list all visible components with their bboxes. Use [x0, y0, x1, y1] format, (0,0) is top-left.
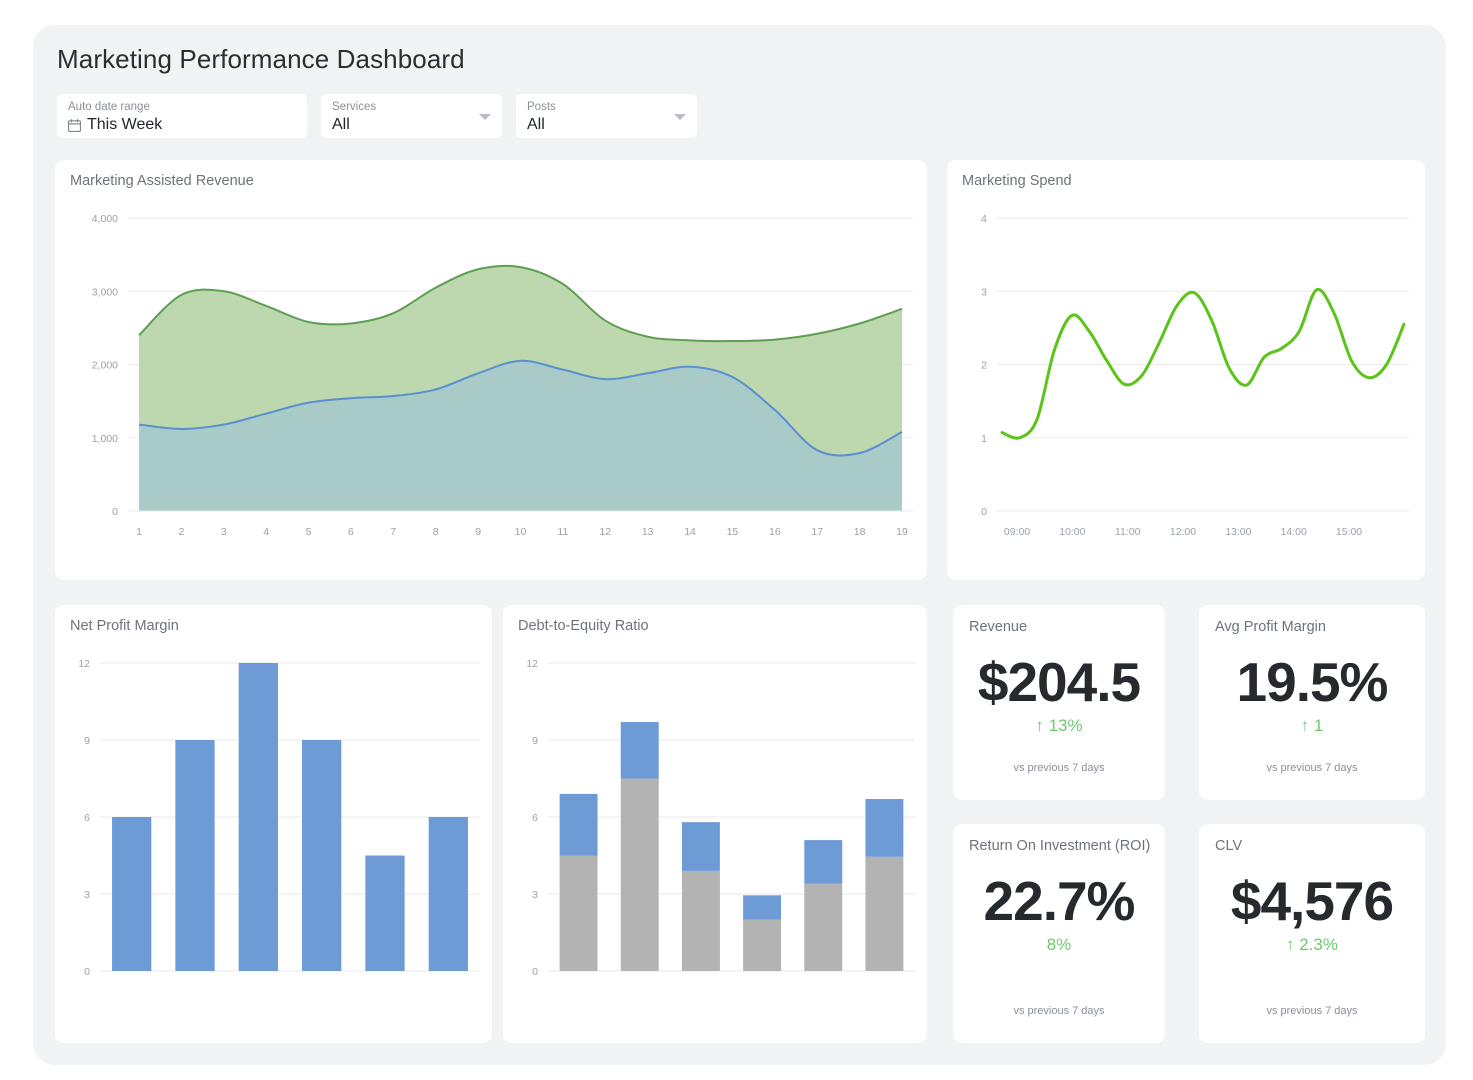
svg-text:1: 1: [136, 526, 142, 538]
card-debt-to-equity-ratio: Debt-to-Equity Ratio 0 3 6 9 12: [503, 605, 927, 1043]
svg-text:1,000: 1,000: [92, 433, 118, 445]
svg-text:4: 4: [263, 526, 269, 538]
svg-text:9: 9: [532, 735, 538, 747]
kpi-revenue-delta: ↑ 13%: [1035, 714, 1082, 738]
card-net-profit-margin: Net Profit Margin 0 3 6 9 12: [55, 605, 492, 1043]
filter-services-label: Services: [332, 100, 490, 114]
svg-text:11:00: 11:00: [1115, 526, 1141, 538]
svg-text:6: 6: [532, 812, 538, 824]
kpi-roi-delta: 8%: [1047, 933, 1072, 957]
svg-text:10:00: 10:00: [1059, 526, 1085, 538]
svg-text:5: 5: [306, 526, 312, 538]
svg-text:13:00: 13:00: [1225, 526, 1251, 538]
kpi-clv-footnote: vs previous 7 days: [1199, 1005, 1425, 1017]
svg-text:16: 16: [769, 526, 781, 538]
svg-text:2: 2: [178, 526, 184, 538]
svg-text:10: 10: [515, 526, 527, 538]
svg-text:12: 12: [78, 658, 90, 670]
filter-posts-value: All: [527, 114, 685, 136]
svg-text:0: 0: [112, 506, 118, 518]
card-marketing-spend: Marketing Spend 0 1 2 3 4 09:00 10:00 11:00 12:0…: [947, 160, 1425, 580]
svg-text:12: 12: [599, 526, 611, 538]
chart-marketing-assisted-revenue[interactable]: 01,0002,0003,0004,0001234567891011121314…: [55, 196, 927, 580]
card-title-net-profit-margin: Net Profit Margin: [70, 618, 179, 634]
svg-text:0: 0: [84, 966, 90, 978]
svg-text:1: 1: [981, 433, 987, 445]
svg-text:12: 12: [526, 658, 538, 670]
kpi-avg-profit-margin-body: 19.5% ↑ 1: [1199, 651, 1425, 738]
kpi-clv-body: $4,576 ↑ 2.3%: [1199, 870, 1425, 957]
svg-text:15: 15: [727, 526, 739, 538]
svg-text:3,000: 3,000: [92, 286, 118, 298]
kpi-avg-profit-margin-value: 19.5%: [1237, 651, 1388, 713]
svg-text:17: 17: [811, 526, 823, 538]
svg-text:19: 19: [896, 526, 908, 538]
svg-text:9: 9: [84, 735, 90, 747]
kpi-roi-title: Return On Investment (ROI): [969, 838, 1150, 854]
svg-text:3: 3: [532, 889, 538, 901]
filter-date-range-value-row: This Week: [68, 114, 295, 136]
svg-text:4: 4: [981, 213, 987, 225]
filter-services[interactable]: Services All: [321, 94, 502, 138]
kpi-roi-footnote: vs previous 7 days: [953, 1005, 1165, 1017]
svg-text:8: 8: [433, 526, 439, 538]
filter-posts[interactable]: Posts All: [516, 94, 697, 138]
svg-text:0: 0: [981, 506, 987, 518]
kpi-clv: CLV $4,576 ↑ 2.3% vs previous 7 days: [1199, 824, 1425, 1043]
card-marketing-assisted-revenue: Marketing Assisted Revenue 0 1,000 2,000 3,…: [55, 160, 927, 580]
svg-text:3: 3: [981, 286, 987, 298]
svg-text:2: 2: [981, 360, 987, 372]
dashboard-panel: Marketing Performance Dashboard Auto dat…: [33, 25, 1446, 1065]
svg-text:3: 3: [221, 526, 227, 538]
svg-text:2,000: 2,000: [92, 360, 118, 372]
chevron-down-icon[interactable]: [674, 114, 686, 120]
svg-text:0: 0: [532, 966, 538, 978]
kpi-revenue-body: $204.5 ↑ 13%: [953, 651, 1165, 738]
chart-marketing-spend[interactable]: 0 1 2 3 4 09:00 10:00 11:00 12:00 13:00 14:00 15:00: [947, 196, 1425, 580]
svg-text:7: 7: [390, 526, 396, 538]
kpi-clv-title: CLV: [1215, 838, 1242, 854]
filter-date-range[interactable]: Auto date range This Week: [57, 94, 307, 138]
filter-bar: Auto date range This Week Services All: [57, 94, 697, 138]
kpi-revenue-title: Revenue: [969, 619, 1027, 635]
svg-text:13: 13: [642, 526, 654, 538]
chart-net-profit-margin[interactable]: 0 3 6 9 12: [55, 641, 492, 1043]
kpi-clv-delta: ↑ 2.3%: [1286, 933, 1338, 957]
kpi-roi: Return On Investment (ROI) 22.7% 8% vs p…: [953, 824, 1165, 1043]
filter-date-range-value: This Week: [87, 114, 162, 136]
svg-text:9: 9: [475, 526, 481, 538]
filter-posts-label: Posts: [527, 100, 685, 114]
svg-text:4,000: 4,000: [92, 213, 118, 225]
svg-text:6: 6: [84, 812, 90, 824]
kpi-revenue: Revenue $204.5 ↑ 13% vs previous 7 days: [953, 605, 1165, 800]
card-title-marketing-assisted-revenue: Marketing Assisted Revenue: [70, 173, 254, 189]
kpi-clv-value: $4,576: [1231, 870, 1393, 932]
kpi-revenue-value: $204.5: [978, 651, 1140, 713]
kpi-avg-profit-margin-title: Avg Profit Margin: [1215, 619, 1326, 635]
chevron-down-icon[interactable]: [479, 114, 491, 120]
kpi-avg-profit-margin-delta: ↑ 1: [1301, 714, 1324, 738]
filter-services-value: All: [332, 114, 490, 136]
kpi-revenue-footnote: vs previous 7 days: [953, 762, 1165, 774]
calendar-icon: [68, 119, 81, 132]
svg-text:6: 6: [348, 526, 354, 538]
svg-text:15:00: 15:00: [1336, 526, 1362, 538]
kpi-roi-body: 22.7% 8%: [953, 870, 1165, 957]
kpi-avg-profit-margin: Avg Profit Margin 19.5% ↑ 1 vs previous …: [1199, 605, 1425, 800]
svg-text:11: 11: [557, 526, 568, 538]
card-title-debt-to-equity-ratio: Debt-to-Equity Ratio: [518, 618, 649, 634]
kpi-avg-profit-margin-footnote: vs previous 7 days: [1199, 762, 1425, 774]
page-title: Marketing Performance Dashboard: [57, 44, 465, 75]
svg-text:14: 14: [684, 526, 696, 538]
card-title-marketing-spend: Marketing Spend: [962, 173, 1072, 189]
chart-debt-to-equity-ratio[interactable]: 0 3 6 9 12: [503, 641, 927, 1043]
svg-text:18: 18: [854, 526, 866, 538]
svg-text:14:00: 14:00: [1281, 526, 1307, 538]
kpi-roi-value: 22.7%: [984, 870, 1135, 932]
svg-text:09:00: 09:00: [1004, 526, 1030, 538]
filter-date-range-label: Auto date range: [68, 100, 295, 114]
svg-text:12:00: 12:00: [1170, 526, 1196, 538]
svg-text:3: 3: [84, 889, 90, 901]
